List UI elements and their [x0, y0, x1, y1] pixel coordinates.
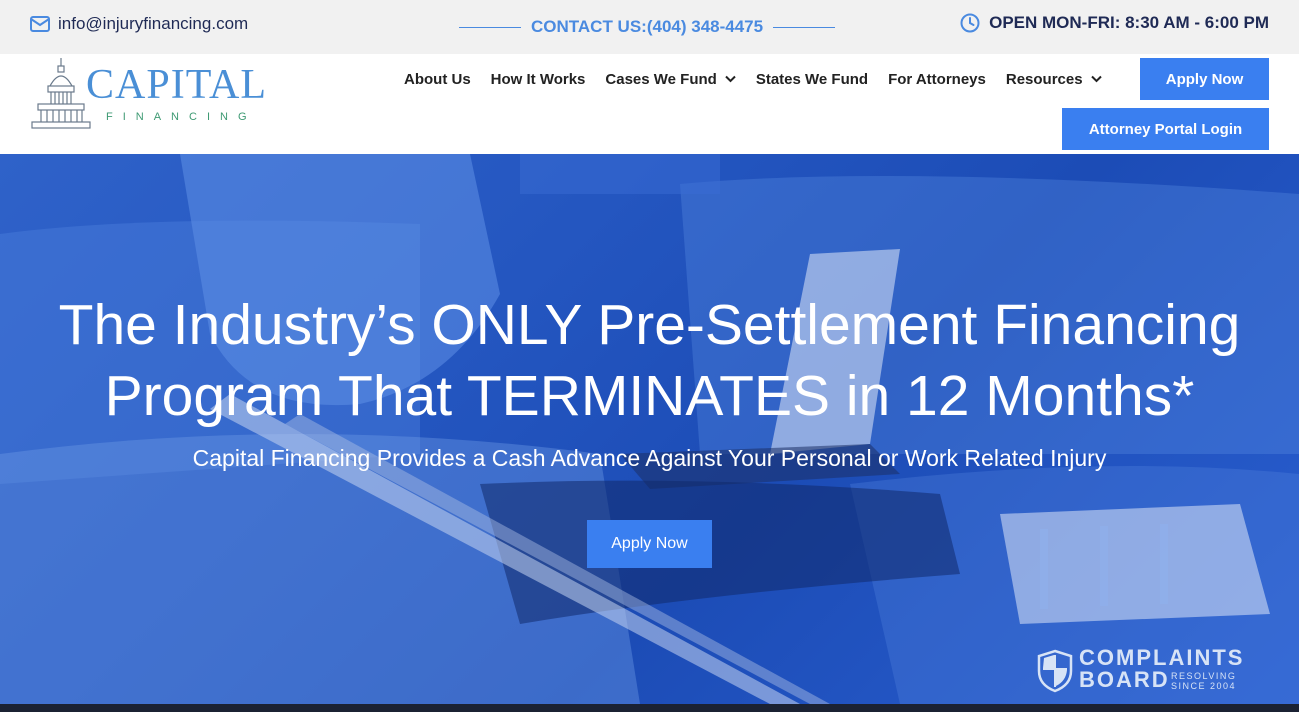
site-logo[interactable]: CAPITAL FINANCING: [30, 54, 290, 134]
hero-subtitle: Capital Financing Provides a Cash Advanc…: [192, 445, 1107, 471]
nav-resources[interactable]: Resources: [1006, 71, 1102, 88]
badge-line1: COMPLAINTS: [1079, 645, 1245, 670]
site-header: CAPITAL FINANCING About Us How It Works …: [0, 54, 1299, 154]
contact-text: CONTACT US:(404) 348-4475: [531, 17, 764, 36]
email-text: info@injuryfinancing.com: [58, 14, 249, 33]
main-nav: About Us How It Works Cases We Fund Stat…: [404, 70, 1122, 88]
logo-subtext: FINANCING: [106, 111, 257, 123]
hero-title: The Industry’s ONLY Pre-Settlement Finan…: [0, 290, 1299, 432]
badge-tag1: RESOLVING: [1171, 671, 1237, 681]
nav-label: Cases We Fund: [605, 70, 717, 88]
nav-about-us[interactable]: About Us: [404, 71, 471, 88]
envelope-icon: [30, 16, 50, 32]
divider: [459, 26, 521, 28]
hero-apply-now-button[interactable]: Apply Now: [587, 520, 712, 568]
nav-label: How It Works: [490, 70, 586, 88]
shield-icon: [1037, 649, 1073, 693]
hero-banner: The Industry’s ONLY Pre-Settlement Finan…: [0, 154, 1299, 704]
nav-states-we-fund[interactable]: States We Fund: [756, 71, 868, 88]
attorney-portal-login-button[interactable]: Attorney Portal Login: [1062, 108, 1269, 150]
hero-title-line1: The Industry’s ONLY Pre-Settlement Finan…: [58, 293, 1241, 357]
hours-text: OPEN MON-FRI: 8:30 AM - 6:00 PM: [989, 13, 1269, 32]
hero-title-line2: Program That TERMINATES in 12 Months*: [104, 364, 1195, 428]
logo-wordmark: CAPITAL: [86, 62, 267, 108]
top-info-bar: info@injuryfinancing.com CONTACT US:(404…: [0, 0, 1299, 54]
chevron-down-icon: [725, 75, 736, 83]
email-link[interactable]: info@injuryfinancing.com: [30, 14, 248, 34]
nav-how-it-works[interactable]: How It Works: [491, 71, 586, 88]
contact-phone[interactable]: CONTACT US:(404) 348-4475: [459, 17, 836, 37]
badge-tag2: SINCE 2004: [1171, 681, 1237, 691]
nav-label: For Attorneys: [888, 70, 986, 88]
divider: [773, 26, 836, 28]
nav-for-attorneys[interactable]: For Attorneys: [888, 71, 986, 88]
capitol-dome-icon: [31, 58, 91, 129]
chevron-down-icon: [1090, 75, 1102, 83]
bottom-strip: [0, 704, 1299, 712]
business-hours: OPEN MON-FRI: 8:30 AM - 6:00 PM: [960, 13, 1269, 33]
apply-now-button[interactable]: Apply Now: [1140, 58, 1269, 100]
nav-label: States We Fund: [755, 70, 869, 88]
clock-icon: [960, 13, 980, 33]
complaints-board-badge[interactable]: COMPLAINTS BOARD RESOLVING SINCE 2004: [1037, 647, 1252, 697]
nav-label: Resources: [1005, 70, 1083, 88]
badge-line2: BOARD: [1079, 667, 1170, 692]
nav-cases-we-fund[interactable]: Cases We Fund: [605, 70, 736, 88]
nav-label: About Us: [404, 70, 471, 88]
